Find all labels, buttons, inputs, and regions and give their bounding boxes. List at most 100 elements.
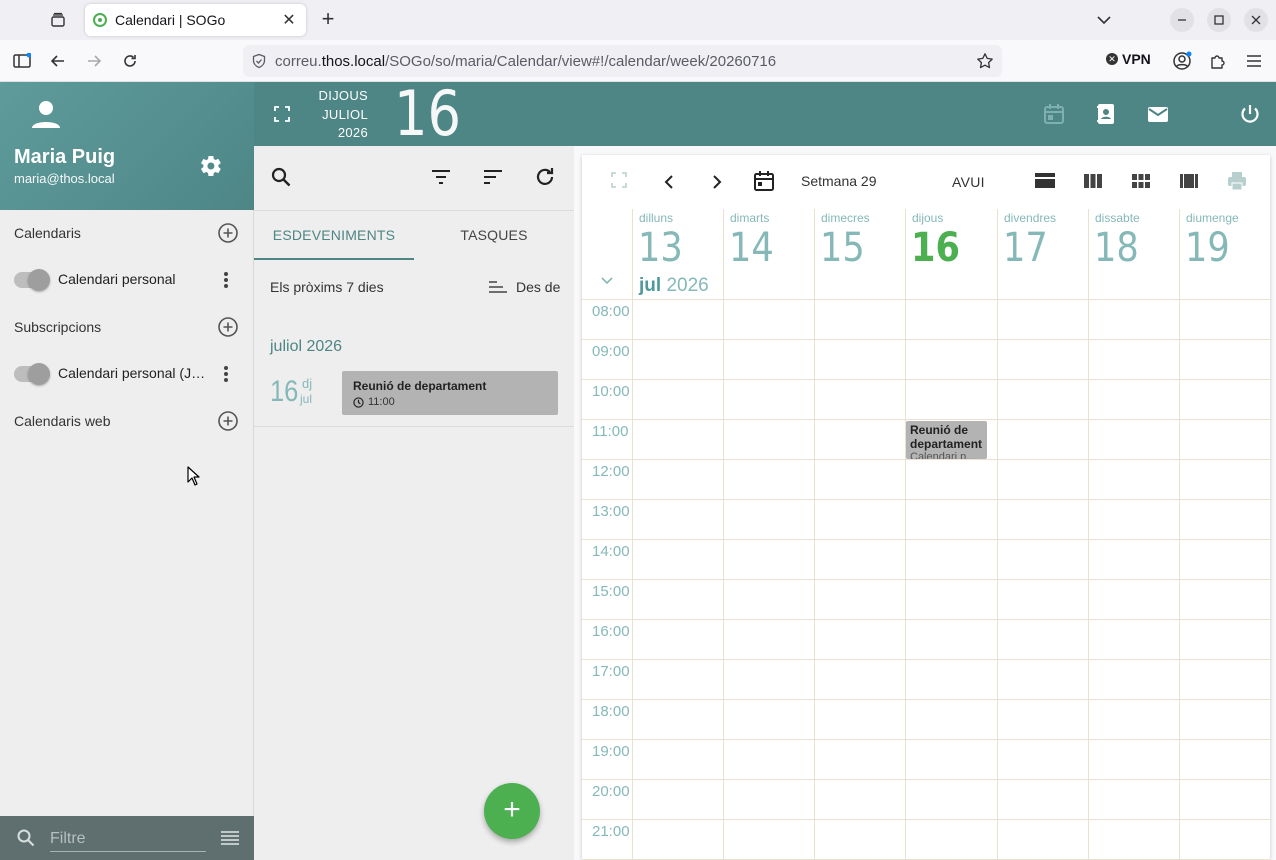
week-number-label: Setmana 29 <box>801 173 877 189</box>
week-view-icon[interactable] <box>1082 170 1106 194</box>
hour-row[interactable]: 19:00 <box>582 740 1270 780</box>
hour-row[interactable]: 17:00 <box>582 660 1270 700</box>
main-header: DIJOUS JULIOL 2026 16 <box>254 82 1276 146</box>
filter-icon[interactable] <box>430 166 454 190</box>
site-security-icon[interactable] <box>251 53 267 73</box>
reload-icon[interactable] <box>118 49 142 73</box>
forward-arrow-icon[interactable] <box>82 49 106 73</box>
calendar-event-block[interactable]: Reunió de departament Calendari p... <box>906 421 987 459</box>
date-picker-calendar-icon[interactable] <box>753 170 777 194</box>
url-bar[interactable]: correu. thos.local/SOGo/so/maria/Calendar… <box>243 45 1002 77</box>
maximize-window-button[interactable] <box>1207 8 1231 32</box>
vpn-button[interactable]: ✕ VPN <box>1106 51 1151 67</box>
collapse-allday-chevron-icon[interactable] <box>598 271 616 294</box>
day-view-icon[interactable] <box>1034 170 1058 194</box>
back-arrow-icon[interactable] <box>46 49 70 73</box>
tab-tasks[interactable]: TASQUES <box>414 211 574 260</box>
date-range-selector[interactable]: Els pròxims 7 dies <box>270 279 384 295</box>
sort-order-label: Des de <box>516 279 561 295</box>
multi-column-view-icon[interactable] <box>1178 170 1202 194</box>
day-column-divider <box>814 300 815 860</box>
hour-row[interactable]: 15:00 <box>582 580 1270 620</box>
minimize-window-button[interactable] <box>1170 8 1194 32</box>
logout-power-icon[interactable] <box>1238 102 1262 126</box>
hour-row[interactable]: 12:00 <box>582 460 1270 500</box>
account-icon[interactable] <box>1170 49 1194 73</box>
search-icon[interactable] <box>270 166 294 190</box>
day-name: diumenge <box>1186 211 1239 225</box>
tab-events[interactable]: ESDEVENIMENTS <box>254 211 414 260</box>
calendar-item-personal[interactable]: Calendari personal <box>0 260 254 300</box>
subscription-visibility-toggle[interactable] <box>14 363 50 385</box>
calendar-toolbar: Setmana 29 AVUI <box>582 155 1270 209</box>
day-number: 15 <box>820 225 865 271</box>
sidebar-toggle-icon[interactable] <box>10 49 34 73</box>
bookmark-star-icon[interactable] <box>976 52 994 74</box>
contacts-icon[interactable] <box>1094 102 1118 126</box>
hour-label: 10:00 <box>592 383 630 400</box>
mail-icon[interactable] <box>1146 102 1170 126</box>
day-header-sat[interactable]: dissabte 18 <box>1088 209 1179 299</box>
fullscreen-icon[interactable] <box>272 104 292 129</box>
sort-order-selector[interactable]: Des de <box>488 279 560 295</box>
hour-row[interactable]: 10:00 <box>582 380 1270 420</box>
add-web-calendar-icon[interactable] <box>217 410 239 432</box>
event-card[interactable]: Reunió de departament 11:00 <box>342 371 558 415</box>
month-view-icon[interactable] <box>1130 170 1154 194</box>
print-icon[interactable] <box>1226 170 1250 194</box>
calendar-app-icon[interactable] <box>1042 102 1066 126</box>
new-tab-button[interactable]: + <box>316 8 340 32</box>
browser-tab-active[interactable]: Calendari | SOGo ✕ <box>85 4 306 36</box>
hour-row[interactable]: 18:00 <box>582 700 1270 740</box>
event-time: 11:00 <box>353 396 547 408</box>
previous-week-chevron-icon[interactable] <box>657 170 681 194</box>
expand-view-icon[interactable] <box>609 170 633 194</box>
header-year: 2026 <box>337 125 368 140</box>
event-month: jul <box>300 392 313 406</box>
calendar-item-label: Calendari personal <box>58 271 176 287</box>
hour-row[interactable]: 14:00 <box>582 540 1270 580</box>
day-number: 18 <box>1094 225 1139 271</box>
new-event-button[interactable]: + <box>484 783 540 839</box>
day-header-sun[interactable]: diumenge 19 <box>1179 209 1270 299</box>
settings-gear-icon[interactable] <box>199 154 223 178</box>
hour-row[interactable]: 13:00 <box>582 500 1270 540</box>
day-header-thu-today[interactable]: dijous 16 <box>905 209 997 299</box>
close-window-button[interactable] <box>1244 8 1268 32</box>
day-header-fri[interactable]: divendres 17 <box>997 209 1088 299</box>
hour-row[interactable]: 09:00 <box>582 340 1270 380</box>
sidebar: Maria Puig maria@thos.local Calendaris C… <box>0 82 254 860</box>
day-name: dimarts <box>730 211 770 225</box>
filter-input[interactable] <box>50 826 206 852</box>
day-header-tue[interactable]: dimarts 14 <box>723 209 814 299</box>
subscription-options-kebab-icon[interactable] <box>215 363 237 385</box>
browser-menu-icon[interactable] <box>1242 49 1266 73</box>
filter-menu-icon[interactable] <box>220 830 240 851</box>
add-subscription-icon[interactable] <box>217 316 239 338</box>
list-item[interactable]: 16 dj jul Reunió de departament 11:00 <box>254 371 574 427</box>
extensions-puzzle-icon[interactable] <box>1206 49 1230 73</box>
hour-row[interactable]: 20:00 <box>582 780 1270 820</box>
vpn-status-icon: ✕ <box>1106 53 1118 65</box>
hour-label: 16:00 <box>592 623 630 640</box>
hour-row[interactable]: 21:00 <box>582 820 1270 860</box>
calendar-visibility-toggle[interactable] <box>14 269 50 291</box>
tab-close-icon[interactable]: ✕ <box>280 10 298 30</box>
event-day-number: 16 <box>270 375 299 408</box>
hour-row[interactable]: 16:00 <box>582 620 1270 660</box>
day-header-wed[interactable]: dimecres 15 <box>814 209 905 299</box>
avatar <box>30 98 62 130</box>
next-week-chevron-icon[interactable] <box>705 170 729 194</box>
tab-list-icon[interactable] <box>46 8 70 32</box>
hour-grid[interactable]: 21:00 20:00 19:00 18:00 17:00 16:00 15:00 14:00… <box>582 299 1270 860</box>
hour-label: 08:00 <box>592 303 630 320</box>
today-button[interactable]: AVUI <box>952 174 985 190</box>
tab-overflow-chevron-icon[interactable] <box>1094 10 1114 30</box>
event-list-panel: ESDEVENIMENTS TASQUES Els pròxims 7 dies… <box>254 146 574 860</box>
calendar-options-kebab-icon[interactable] <box>215 269 237 291</box>
refresh-icon[interactable] <box>534 166 558 190</box>
hour-row[interactable]: 08:00 <box>582 300 1270 340</box>
sort-icon[interactable] <box>482 166 506 190</box>
subscription-item[interactable]: Calendari personal (Jordi Thos) <box>0 354 254 394</box>
add-calendar-icon[interactable] <box>217 222 239 244</box>
